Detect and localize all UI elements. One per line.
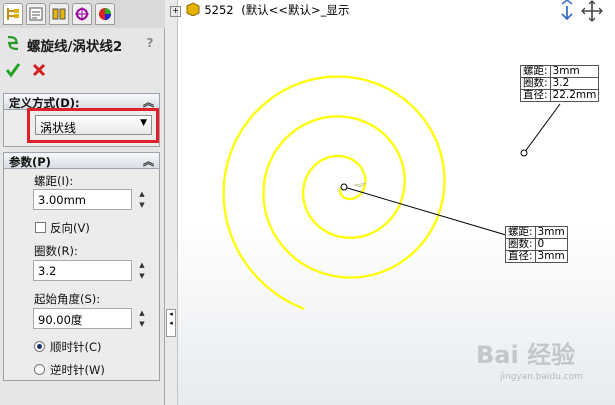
revolutions-label: 圈数(R): (34, 244, 78, 258)
watermark-url: jingyan.baidu.com (500, 372, 584, 382)
params-section-title: 参数(P) (9, 155, 51, 169)
reverse-label: 反向(V) (50, 221, 90, 235)
collapse-handle[interactable]: ◂ ◂ (166, 309, 176, 337)
dimxpert-icon (75, 7, 89, 21)
callout-value: 0 (534, 238, 568, 251)
pitch-value: 3.00mm (38, 193, 87, 207)
callout-value: 22.2mm (549, 89, 600, 102)
feature-manager-tab[interactable] (3, 3, 23, 25)
counterclockwise-label: 逆时针(W) (50, 363, 105, 377)
part-name: 5252 (204, 3, 234, 17)
outer-spiral-callout: 螺距: 3mm 圈数: 3.2 直径: 22.2mm (520, 65, 600, 102)
view-orientation-icon[interactable] (561, 0, 573, 21)
callout-value: 3mm (549, 65, 600, 78)
manager-tabs (0, 0, 165, 28)
spiral-end-point[interactable] (520, 149, 528, 157)
help-icon[interactable]: ? (143, 36, 157, 50)
params-section-header[interactable]: 参数(P) ︽ (3, 152, 160, 169)
panel-splitter[interactable] (165, 0, 178, 405)
reverse-checkbox[interactable] (35, 222, 46, 233)
counterclockwise-radio[interactable] (34, 364, 45, 375)
pan-icon[interactable] (581, 0, 603, 22)
configuration-name: (默认<<默认>_显示 (241, 3, 350, 17)
graphics-area[interactable]: 螺距: 3mm 圈数: 3.2 直径: 22.2mm 螺距: 3mm 圈数: 0 直径: 3… (178, 0, 615, 405)
property-icon (29, 7, 43, 21)
feature-title-bar: 螺旋线/涡状线2 ? (3, 31, 161, 57)
outer-leader-line (523, 103, 561, 154)
expand-icon[interactable]: + (170, 6, 181, 17)
revolutions-value: 3.2 (38, 264, 57, 278)
feature-title: 螺旋线/涡状线2 (27, 39, 123, 55)
callout-value: 3mm (534, 250, 568, 263)
callout-value: 3.2 (549, 77, 600, 90)
highlight-box (27, 108, 159, 143)
callout-label: 圈数: (520, 77, 551, 90)
start-angle-label: 起始角度(S): (34, 292, 101, 306)
spiral-curve[interactable] (222, 75, 446, 310)
collapse-chevron-icon[interactable]: ︽ (143, 153, 154, 169)
property-manager-tab[interactable] (26, 3, 46, 25)
start-angle-value: 90.00度 (38, 313, 83, 327)
watermark-logo: Bai 经验 (476, 341, 576, 369)
inner-spiral-callout: 螺距: 3mm 圈数: 0 直径: 3mm (505, 226, 568, 263)
cancel-button[interactable] (31, 62, 47, 78)
callout-label: 直径: (505, 250, 536, 263)
part-icon (186, 2, 200, 17)
display-manager-tab[interactable] (95, 3, 115, 25)
ok-button[interactable] (5, 62, 21, 78)
property-manager: 螺旋线/涡状线2 ? 定义方式(D): ︽ 涡状线 ▼ 参数(P) ︽ 螺距(I… (0, 0, 165, 405)
ok-cancel-row (5, 62, 65, 80)
pitch-label: 螺距(I): (34, 174, 74, 188)
clockwise-label: 顺时针(C) (50, 340, 102, 354)
spiral-start-point[interactable] (340, 183, 348, 191)
inner-leader-line (343, 186, 507, 236)
callout-label: 螺距: (505, 226, 536, 239)
revolutions-input[interactable]: 3.2 (33, 260, 132, 281)
callout-value: 3mm (534, 226, 568, 239)
callout-label: 螺距: (520, 65, 551, 78)
dimxpert-tab[interactable] (72, 3, 92, 25)
appearance-icon (99, 8, 111, 20)
helix-icon (7, 35, 19, 51)
pitch-spinner[interactable]: ▲ ▼ (135, 189, 149, 210)
callout-label: 圈数: (505, 238, 536, 251)
clockwise-radio[interactable] (34, 341, 45, 352)
start-angle-input[interactable]: 90.00度 (33, 308, 132, 329)
pitch-input[interactable]: 3.00mm (33, 189, 132, 210)
feature-tree-icon (7, 8, 19, 20)
configuration-manager-tab[interactable] (49, 3, 69, 25)
revolutions-spinner[interactable]: ▲ ▼ (135, 260, 149, 281)
configuration-icon (52, 8, 66, 20)
feature-tree-header[interactable]: + 5252 (默认<<默认>_显示 (170, 2, 349, 18)
callout-label: 直径: (520, 89, 551, 102)
start-angle-spinner[interactable]: ▲ ▼ (135, 308, 149, 329)
